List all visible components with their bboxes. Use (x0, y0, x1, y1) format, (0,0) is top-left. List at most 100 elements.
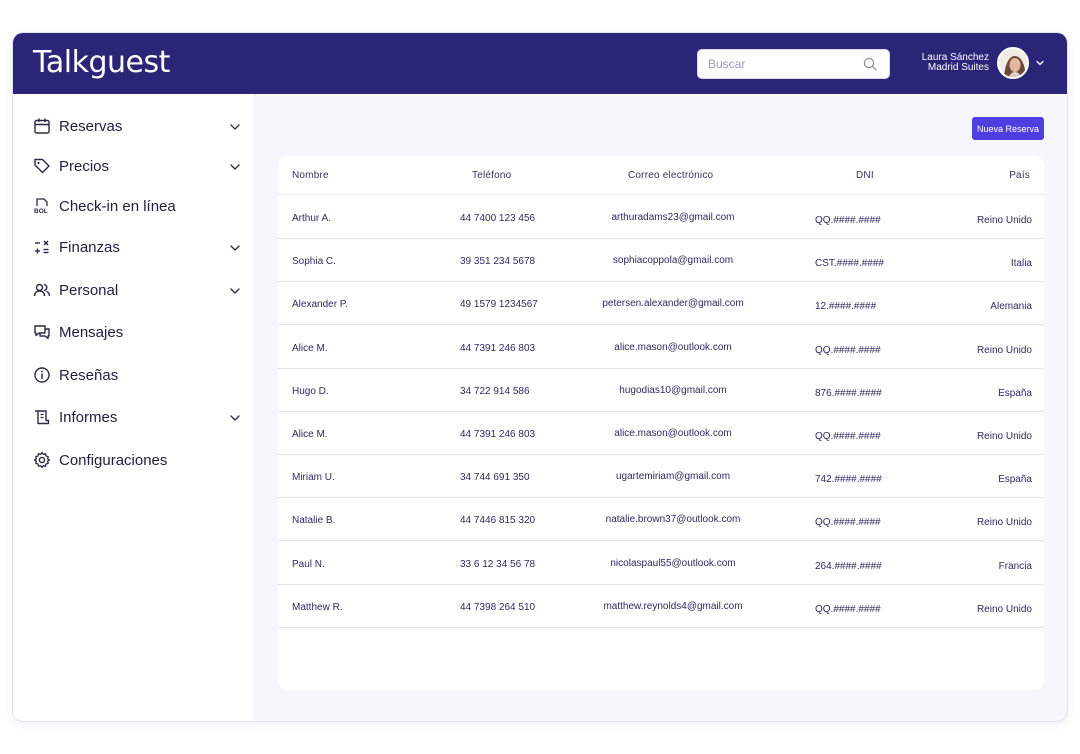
new-reservation-button[interactable]: Nueva Reserva (972, 117, 1044, 140)
cell-country: Italia (1010, 258, 1032, 270)
sidebar-item-label: Personal (59, 281, 119, 299)
cell-email: sophiacoppola@gmail.com (612, 255, 734, 267)
cell-phone: 44 7391 246 803 (460, 342, 536, 354)
chevron-down-icon[interactable] (229, 161, 241, 173)
cell-email: petersen.alexander@gmail.com (602, 298, 744, 310)
chevron-down-icon[interactable] (229, 242, 241, 254)
avatar-image (999, 49, 1027, 77)
cell-email: matthew.reynolds4@gmail.com (603, 600, 743, 612)
user-menu[interactable]: Laura Sánchez Madrid Suites (913, 46, 1045, 80)
sidebar-item-label: Reservas (59, 117, 123, 135)
chevron-down-icon[interactable] (229, 121, 241, 133)
table-row[interactable]: Matthew R. 44 7398 264 510 matthew.reynold… (278, 585, 1044, 628)
chevron-down-icon[interactable] (229, 285, 241, 297)
cell-name: Paul N. (292, 558, 325, 570)
cell-country: Reino Unido (976, 517, 1032, 529)
cell-name: Alice M. (292, 429, 328, 440)
cell-email: nicolaspaul55@outlook.com (610, 557, 736, 569)
cell-country: Francia (998, 560, 1032, 572)
sidebar-item-label: Reseñas (59, 366, 119, 384)
sidebar-item-label: Informes (59, 408, 118, 426)
table-row[interactable]: Paul N. 33 6 12 34 56 78 nicolaspaul55@out… (278, 542, 1044, 585)
column-header-email[interactable]: Correo electrónico (628, 170, 713, 181)
sidebar: Reservas Precios BOL Check-in en línea F… (13, 94, 253, 721)
calendar-icon (33, 117, 51, 135)
chevron-down-icon[interactable] (229, 412, 241, 424)
cell-dni: 264.####.#### (815, 560, 882, 572)
chevron-down-icon[interactable] (1035, 58, 1045, 68)
cell-phone: 44 7446 815 320 (460, 515, 536, 527)
search-box[interactable] (697, 49, 890, 79)
top-bar: Talkguest Laura Sánchez Madrid Suites (13, 33, 1067, 94)
cell-country: España (998, 474, 1032, 486)
cell-name: Arthur A. (292, 213, 331, 224)
report-icon (33, 408, 51, 426)
sidebar-item-configuraciones[interactable]: Configuraciones (33, 448, 241, 472)
cell-phone: 44 7400 123 456 (460, 213, 536, 224)
cell-name: Hugo D. (292, 385, 329, 397)
cell-name: Miriam U. (292, 472, 335, 484)
gear-icon (33, 451, 51, 469)
cell-country: Reino Unido (976, 431, 1032, 442)
cell-email: arthuradams23@gmail.com (611, 212, 735, 223)
cell-phone: 49 1579 1234567 (460, 299, 538, 311)
table-row[interactable]: Alexander P. 49 1579 1234567 petersen.alex… (278, 282, 1044, 326)
cell-phone: 34 722 914 586 (460, 385, 530, 397)
cell-dni: QQ.####.#### (815, 431, 881, 442)
column-header-phone[interactable]: Teléfono (472, 170, 511, 181)
search-icon[interactable] (863, 57, 877, 71)
column-header-dni[interactable]: DNI (856, 170, 874, 181)
sidebar-item-reservas[interactable]: Reservas (33, 114, 241, 138)
user-property: Madrid Suites (927, 62, 989, 73)
table-row[interactable]: Natalie B. 44 7446 815 320 natalie.brown37… (278, 498, 1044, 542)
cell-phone: 33 6 12 34 56 78 (460, 558, 536, 570)
cell-dni: CST.####.#### (815, 258, 884, 270)
column-header-country[interactable]: País (1009, 170, 1030, 181)
sidebar-item-label: Mensajes (59, 323, 124, 341)
cell-email: alice.mason@outlook.com (614, 428, 732, 439)
search-input[interactable] (708, 57, 858, 71)
sidebar-item-label: Finanzas (59, 238, 120, 256)
table-row[interactable]: Arthur A. 44 7400 123 456 arthuradams23@gm… (278, 196, 1044, 239)
cell-dni: 12.####.#### (815, 301, 877, 313)
cell-dni: 742.####.#### (815, 474, 882, 486)
table-row[interactable]: Miriam U. 34 744 691 350 ugartemiriam@gmai… (278, 455, 1044, 499)
sidebar-item-mensajes[interactable]: Mensajes (33, 320, 241, 344)
cell-name: Alice M. (292, 342, 328, 354)
sidebar-item-label: Check-in en línea (59, 197, 176, 215)
tag-icon (33, 157, 51, 175)
cell-dni: QQ.####.#### (815, 517, 881, 529)
cell-country: Alemania (990, 301, 1032, 313)
cell-dni: QQ.####.#### (815, 215, 881, 226)
cell-name: Sophia C. (292, 256, 336, 268)
cell-email: natalie.brown37@outlook.com (605, 514, 741, 526)
cell-dni: QQ.####.#### (815, 603, 881, 615)
avatar[interactable] (997, 47, 1029, 79)
sidebar-item-checkin[interactable]: BOL Check-in en línea (33, 194, 241, 218)
info-icon (33, 366, 51, 384)
table-row[interactable]: Hugo D. 34 722 914 586 hugodias10@gmail.co… (278, 369, 1044, 412)
app-logo[interactable]: Talkguest (33, 45, 170, 80)
sidebar-item-informes[interactable]: Informes (33, 405, 241, 429)
column-header-name[interactable]: Nombre (292, 170, 329, 181)
cell-phone: 34 744 691 350 (460, 472, 530, 484)
guests-table: Nombre Teléfono Correo electrónico DNI P… (278, 156, 1044, 690)
sidebar-item-resenas[interactable]: Reseñas (33, 363, 241, 387)
cell-email: alice.mason@outlook.com (614, 341, 732, 353)
cell-dni: QQ.####.#### (815, 344, 881, 356)
sidebar-item-personal[interactable]: Personal (33, 278, 241, 302)
cell-name: Matthew R. (292, 601, 343, 613)
sidebar-item-label: Configuraciones (59, 451, 168, 469)
cell-phone: 44 7391 246 803 (460, 429, 536, 440)
sidebar-item-precios[interactable]: Precios (33, 154, 241, 178)
svg-text:BOL: BOL (34, 208, 48, 215)
sidebar-item-finanzas[interactable]: Finanzas (33, 235, 241, 259)
cell-name: Alexander P. (292, 299, 348, 311)
cell-dni: 876.####.#### (815, 387, 882, 399)
table-row[interactable]: Sophia C. 39 351 234 5678 sophiacoppola@gm… (278, 239, 1044, 283)
table-row[interactable]: Alice M. 44 7391 246 803 alice.mason@outlo… (278, 412, 1044, 455)
cell-country: Reino Unido (976, 215, 1032, 226)
table-row[interactable]: Alice M. 44 7391 246 803 alice.mason@outlo… (278, 326, 1044, 369)
table-header: Nombre Teléfono Correo electrónico DNI P… (278, 156, 1044, 195)
cell-email: ugartemiriam@gmail.com (615, 471, 731, 483)
